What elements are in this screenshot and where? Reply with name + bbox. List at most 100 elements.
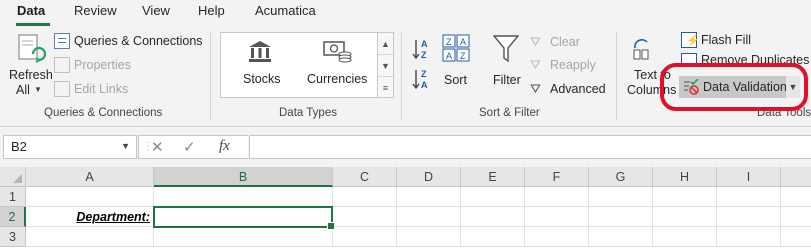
formula-input[interactable] [249, 135, 811, 159]
active-cell-b2[interactable] [153, 206, 335, 230]
cell-d1[interactable] [397, 187, 461, 207]
tab-help[interactable]: Help [198, 3, 225, 18]
cell-h2[interactable] [653, 207, 717, 227]
name-box[interactable]: B2 ▼ [3, 135, 137, 159]
queries-group-label: Queries & Connections [44, 107, 163, 119]
filter-label: Filter [493, 73, 521, 87]
enter-icon[interactable]: ✓ [183, 138, 196, 156]
cell-c1[interactable] [333, 187, 397, 207]
cell-j2[interactable] [781, 207, 811, 227]
group-separator [401, 32, 402, 120]
column-header-e[interactable]: E [461, 167, 525, 187]
column-header-c[interactable]: C [333, 167, 397, 187]
cell-h1[interactable] [653, 187, 717, 207]
cell-b3[interactable] [154, 227, 333, 247]
sort-icon: Z A A Z [442, 34, 470, 62]
row-header-2[interactable]: 2 [0, 207, 26, 227]
cell-c3[interactable] [333, 227, 397, 247]
flash-fill-label: Flash Fill [701, 33, 752, 47]
cell-g2[interactable] [589, 207, 653, 227]
filter-button[interactable]: Filter [489, 32, 523, 92]
tab-view[interactable]: View [142, 3, 170, 18]
reapply-button[interactable]: ⛛ Reapply [530, 57, 596, 73]
flash-fill-icon: ⚡ [681, 32, 700, 48]
gallery-down-icon[interactable]: ▼ [378, 55, 393, 77]
cell-f2[interactable] [525, 207, 589, 227]
column-header-h[interactable]: H [653, 167, 717, 187]
group-separator [210, 32, 211, 120]
cell-h3[interactable] [653, 227, 717, 247]
cell-b1[interactable] [154, 187, 333, 207]
currencies-label: Currencies [307, 72, 368, 86]
gallery-more-icon[interactable]: ≡ [378, 77, 393, 99]
cell-f3[interactable] [525, 227, 589, 247]
cell-j3[interactable] [781, 227, 811, 247]
select-all-corner[interactable] [0, 167, 26, 187]
column-header-f[interactable]: F [525, 167, 589, 187]
cell-a1[interactable] [26, 187, 154, 207]
cell-d3[interactable] [397, 227, 461, 247]
flash-fill-button[interactable]: ⚡ Flash Fill [681, 32, 751, 48]
department-label-cell: Department: [76, 210, 150, 224]
queries-connections-icon [54, 33, 70, 49]
clear-filter-icon: ⛛ [530, 34, 541, 49]
cell-e1[interactable] [461, 187, 525, 207]
queries-connections-button[interactable]: Queries & Connections [54, 33, 203, 49]
ribbon-tab-bar: Data Review View Help Acumatica [0, 0, 811, 26]
cell-j1[interactable] [781, 187, 811, 207]
sort-button[interactable]: Z A A Z Sort [440, 32, 472, 92]
cell-i3[interactable] [717, 227, 781, 247]
column-header-b[interactable]: B [154, 167, 333, 187]
refresh-icon [18, 34, 47, 63]
column-header-d[interactable]: D [397, 167, 461, 187]
refresh-all-button[interactable]: Refresh All ▼ [6, 30, 53, 100]
queries-connections-label: Queries & Connections [74, 34, 203, 48]
sort-ascending-icon: A Z [412, 39, 428, 60]
stocks-icon [249, 41, 271, 62]
svg-text:Z: Z [421, 69, 427, 79]
cell-f1[interactable] [525, 187, 589, 207]
tab-data[interactable]: Data [17, 3, 45, 18]
text-to-columns-icon [633, 38, 649, 60]
sort-za-button[interactable]: Z A [411, 68, 433, 90]
row-header-3[interactable]: 3 [0, 227, 26, 247]
reapply-label: Reapply [550, 58, 596, 72]
properties-button[interactable]: Properties [54, 57, 131, 73]
cancel-icon[interactable]: ✕ [151, 138, 164, 156]
advanced-filter-button[interactable]: ⛛ Advanced [530, 81, 606, 97]
row-header-1[interactable]: 1 [0, 187, 26, 207]
cell-c2[interactable] [333, 207, 397, 227]
advanced-label: Advanced [550, 82, 606, 96]
cell-e3[interactable] [461, 227, 525, 247]
gallery-up-icon[interactable]: ▲ [378, 33, 393, 55]
cell-g1[interactable] [589, 187, 653, 207]
sort-az-button[interactable]: A Z [411, 38, 433, 60]
tab-review[interactable]: Review [74, 3, 117, 18]
properties-label: Properties [74, 58, 131, 72]
column-header-i[interactable]: I [717, 167, 781, 187]
clear-filter-button[interactable]: ⛛ Clear [530, 34, 580, 50]
column-header-partial[interactable] [781, 167, 811, 187]
tab-acumatica[interactable]: Acumatica [255, 3, 316, 18]
cell-i2[interactable] [717, 207, 781, 227]
column-header-a[interactable]: A [26, 167, 154, 187]
cell-e2[interactable] [461, 207, 525, 227]
sort-label: Sort [444, 73, 467, 87]
cell-i1[interactable] [717, 187, 781, 207]
chevron-down-icon: ▼ [34, 85, 42, 94]
highlight-circle [660, 63, 808, 111]
cell-g3[interactable] [589, 227, 653, 247]
currencies-button[interactable]: Currencies [305, 37, 375, 93]
properties-icon [54, 57, 70, 73]
stocks-button[interactable]: Stocks [227, 37, 293, 93]
insert-function-icon[interactable]: fx [219, 138, 230, 155]
cell-a3[interactable] [26, 227, 154, 247]
cell-d2[interactable] [397, 207, 461, 227]
edit-links-button[interactable]: Edit Links [54, 81, 128, 97]
chevron-down-icon[interactable]: ▼ [121, 141, 130, 151]
column-header-g[interactable]: G [589, 167, 653, 187]
svg-text:A: A [421, 80, 428, 90]
filter-funnel-icon [493, 35, 519, 63]
edit-links-icon [54, 81, 70, 97]
excel-window: Data Review View Help Acumatica Refresh … [0, 0, 811, 248]
